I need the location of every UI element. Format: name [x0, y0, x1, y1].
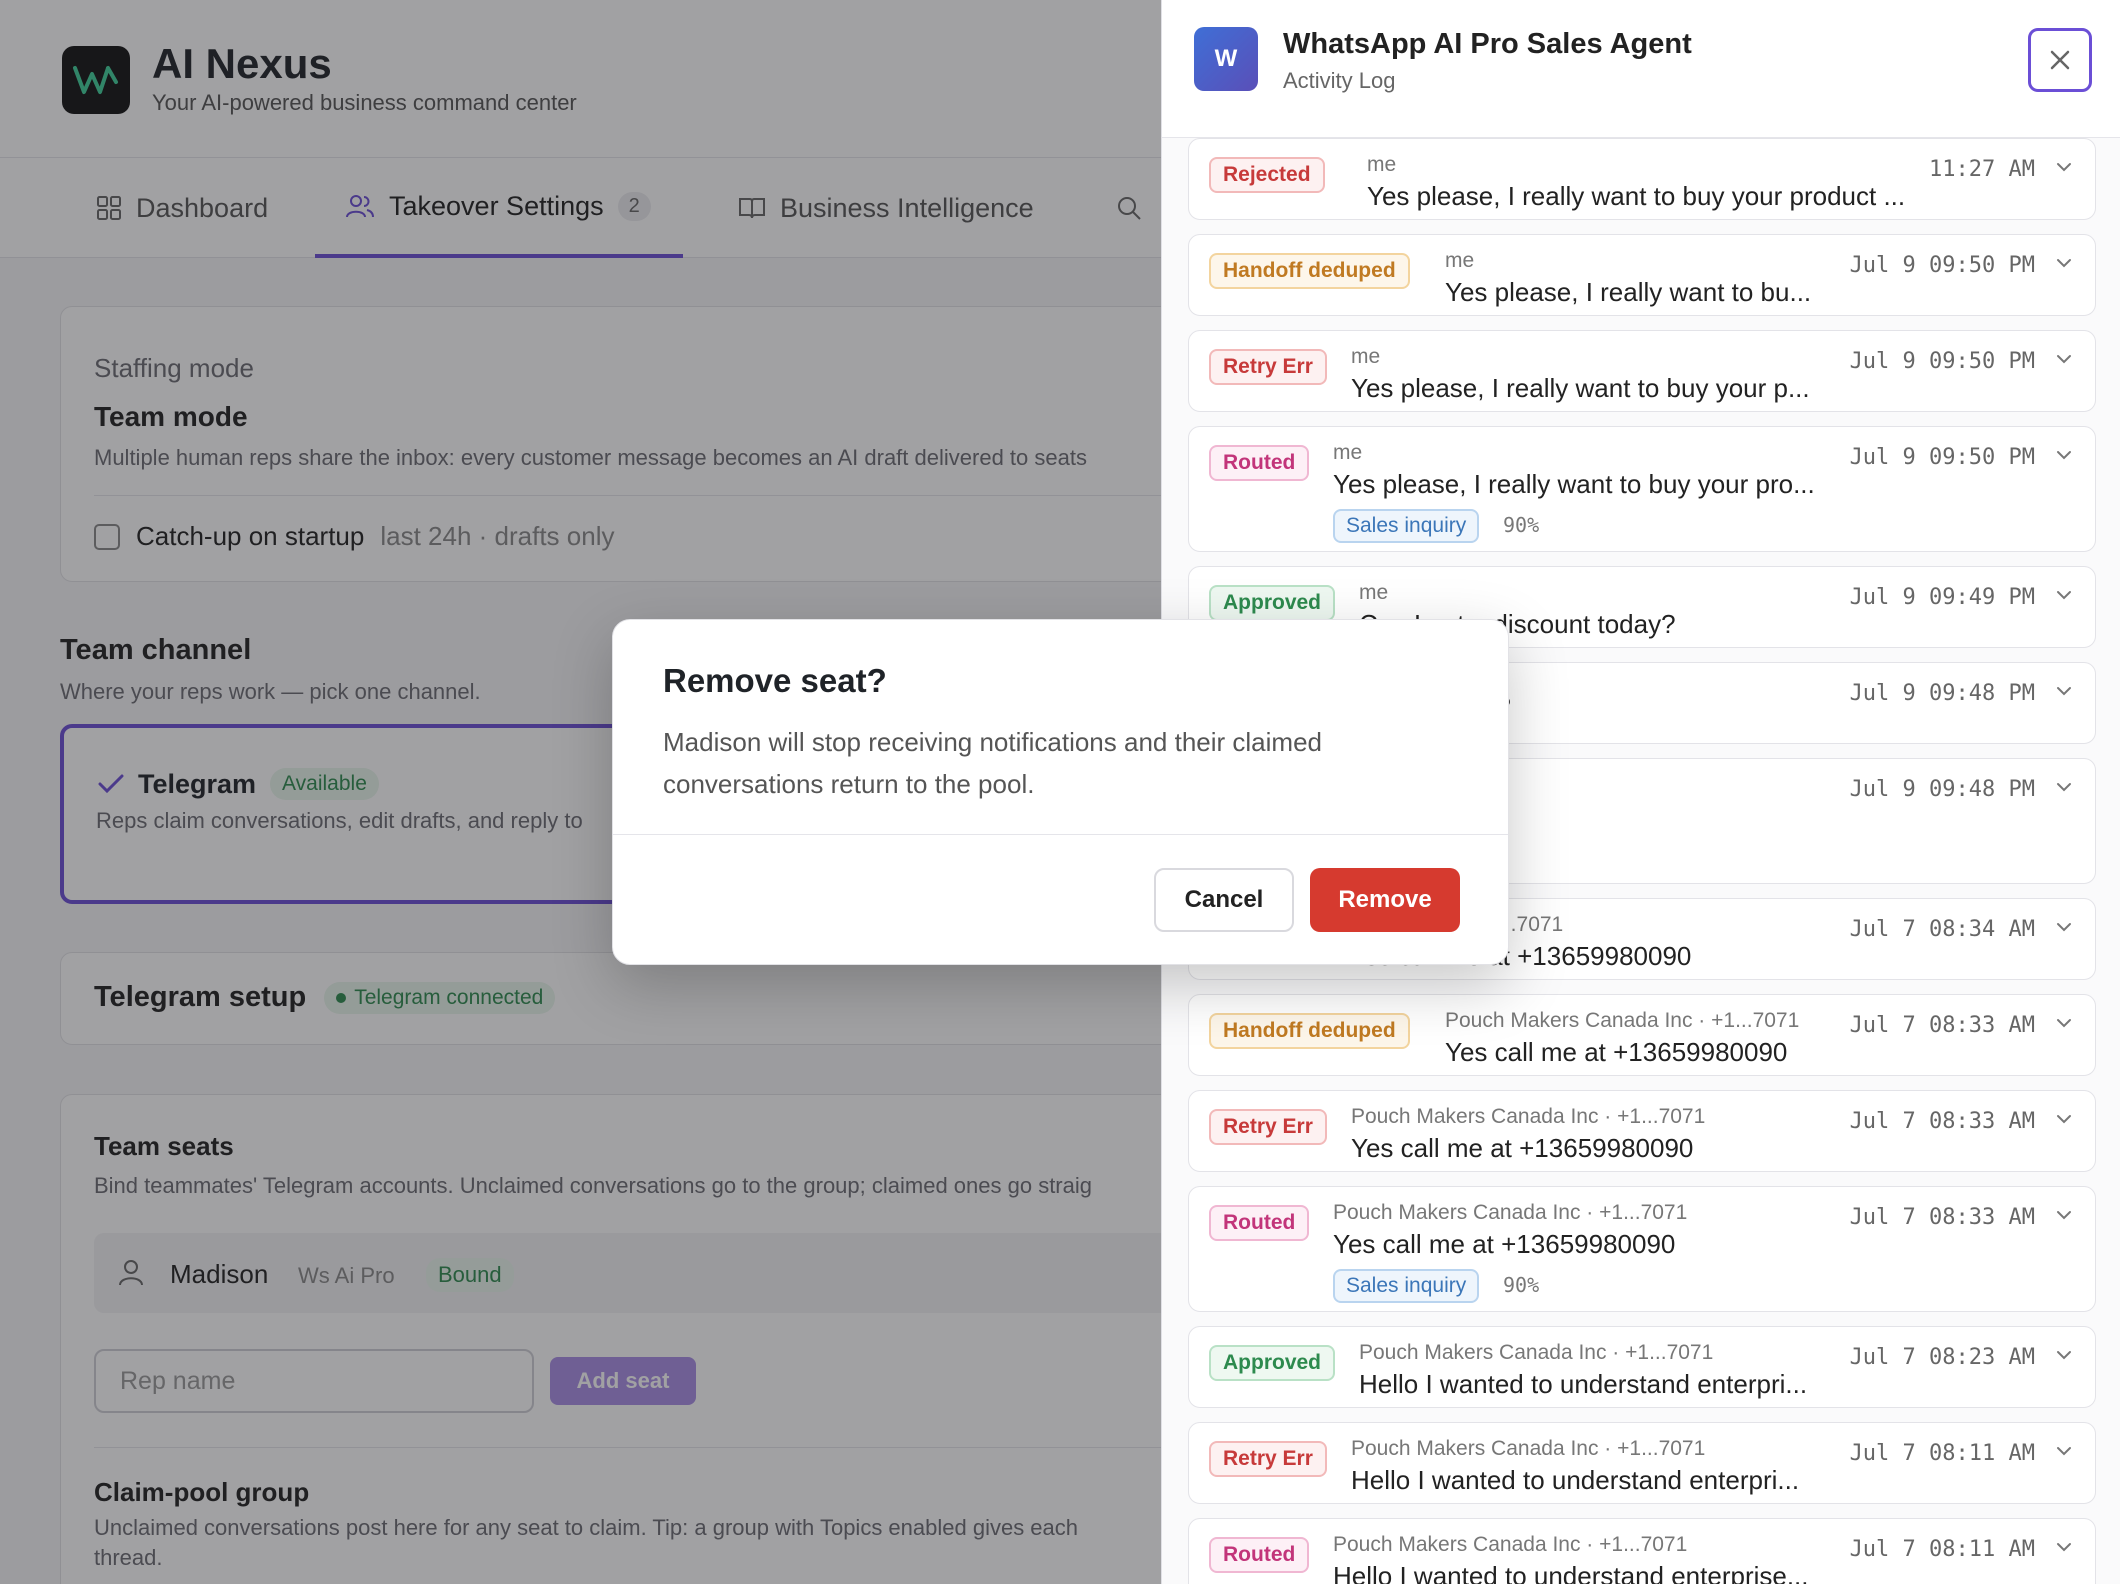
log-time: Jul 9 09:48 PM [1849, 681, 2035, 706]
panel-header: W WhatsApp AI Pro Sales Agent Activity L… [1162, 0, 2120, 138]
log-time: Jul 9 09:50 PM [1849, 445, 2035, 470]
confidence-label: 90% [1503, 1273, 1540, 1297]
dialog-divider [613, 834, 1508, 835]
log-time: Jul 7 08:33 AM [1849, 1109, 2035, 1134]
log-item[interactable]: Routed Pouch Makers Canada Inc · +1...707… [1188, 1186, 2096, 1312]
agent-avatar: W [1194, 27, 1258, 91]
log-item[interactable]: Retry Err Pouch Makers Canada Inc · +1...… [1188, 1422, 2096, 1504]
status-badge: Retry Err [1209, 1109, 1327, 1145]
status-badge: Retry Err [1209, 349, 1327, 385]
log-sender: Pouch Makers Canada Inc · +1...7071 [1351, 1437, 1706, 1460]
status-badge: Handoff deduped [1209, 253, 1410, 289]
panel-title: WhatsApp AI Pro Sales Agent [1283, 28, 1692, 60]
chevron-down-icon[interactable] [2055, 353, 2073, 365]
status-badge: Routed [1209, 1537, 1310, 1573]
chevron-down-icon[interactable] [2055, 1541, 2073, 1553]
chevron-down-icon[interactable] [2055, 1445, 2073, 1457]
status-badge: Approved [1209, 585, 1336, 621]
log-sender: Pouch Makers Canada Inc · +1...7071 [1333, 1533, 1688, 1556]
log-message: Hello I wanted to understand enterpri... [1351, 1465, 1800, 1495]
log-message: Yes call me at +13659980090 [1333, 1229, 1676, 1259]
confidence-label: 90% [1503, 513, 1540, 537]
log-message: Yes please, I really want to bu... [1445, 277, 1812, 307]
status-badge: Rejected [1209, 157, 1325, 193]
log-item[interactable]: Rejected me Yes please, I really want to b… [1188, 138, 2096, 220]
log-message: Yes please, I really want to buy your pr… [1367, 181, 1906, 211]
intent-tag: Sales inquiry [1333, 509, 1480, 543]
log-sender: me [1333, 441, 1363, 464]
remove-seat-dialog: Remove seat? Madison will stop receiving… [612, 619, 1509, 965]
log-time: Jul 7 08:11 AM [1849, 1537, 2035, 1562]
chevron-down-icon[interactable] [2055, 449, 2073, 461]
log-time: Jul 9 09:49 PM [1849, 585, 2035, 610]
chevron-down-icon[interactable] [2055, 1113, 2073, 1125]
log-time: Jul 7 08:33 AM [1849, 1205, 2035, 1230]
log-message: Hello I wanted to understand enterpri... [1359, 1369, 1808, 1399]
log-message: Yes please, I really want to buy your p.… [1351, 373, 1810, 403]
log-sender: Pouch Makers Canada Inc · +1...7071 [1351, 1105, 1706, 1128]
log-sender: Pouch Makers Canada Inc · +1...7071 [1359, 1341, 1714, 1364]
log-time: Jul 7 08:11 AM [1849, 1441, 2035, 1466]
remove-button[interactable]: Remove [1310, 868, 1460, 932]
chevron-down-icon[interactable] [2055, 589, 2073, 601]
status-badge: Handoff deduped [1209, 1013, 1410, 1049]
log-item[interactable]: Handoff deduped me Yes please, I really wa… [1188, 234, 2096, 316]
log-time: Jul 9 09:50 PM [1849, 349, 2035, 374]
status-badge: Approved [1209, 1345, 1336, 1381]
log-sender: Pouch Makers Canada Inc · +1...7071 [1445, 1009, 1800, 1032]
log-item[interactable]: Approved Pouch Makers Canada Inc · +1...7… [1188, 1326, 2096, 1408]
chevron-down-icon[interactable] [2055, 685, 2073, 697]
log-item[interactable]: Handoff deduped Pouch Makers Canada Inc ·… [1188, 994, 2096, 1076]
chevron-down-icon[interactable] [2055, 1017, 2073, 1029]
log-sender: Pouch Makers Canada Inc · +1...7071 [1333, 1201, 1688, 1224]
status-badge: Routed [1209, 1205, 1310, 1241]
chevron-down-icon[interactable] [2055, 781, 2073, 793]
chevron-down-icon[interactable] [2055, 921, 2073, 933]
status-badge: Routed [1209, 445, 1310, 481]
log-time: Jul 9 09:48 PM [1849, 777, 2035, 802]
chevron-down-icon[interactable] [2055, 1349, 2073, 1361]
log-message: Hello I wanted to understand enterprise.… [1333, 1561, 1809, 1584]
log-sender: me [1359, 581, 1389, 604]
log-time: Jul 7 08:23 AM [1849, 1345, 2035, 1370]
cancel-button[interactable]: Cancel [1154, 868, 1294, 932]
log-item[interactable]: Routed Pouch Makers Canada Inc · +1...707… [1188, 1518, 2096, 1584]
close-icon [2050, 50, 2070, 70]
log-sender: me [1351, 345, 1381, 368]
log-item[interactable]: Retry Err Pouch Makers Canada Inc · +1...… [1188, 1090, 2096, 1172]
dialog-body: Madison will stop receiving notification… [663, 727, 1322, 799]
close-panel-button[interactable] [2028, 28, 2092, 92]
panel-subtitle: Activity Log [1283, 68, 1396, 93]
chevron-down-icon[interactable] [2055, 1209, 2073, 1221]
dialog-title: Remove seat? [663, 662, 887, 699]
log-sender: me [1367, 153, 1397, 176]
log-message: Yes call me at +13659980090 [1445, 1037, 1788, 1067]
status-badge: Retry Err [1209, 1441, 1327, 1477]
log-time: Jul 7 08:33 AM [1849, 1013, 2035, 1038]
chevron-down-icon[interactable] [2055, 257, 2073, 269]
log-item[interactable]: Retry Err me Yes please, I really want to … [1188, 330, 2096, 412]
log-time: Jul 7 08:34 AM [1849, 917, 2035, 942]
log-message: Yes please, I really want to buy your pr… [1333, 469, 1815, 499]
log-message: Yes call me at +13659980090 [1351, 1133, 1694, 1163]
intent-tag: Sales inquiry [1333, 1269, 1480, 1303]
log-item[interactable]: Routed me Yes please, I really want to buy… [1188, 426, 2096, 552]
log-time: 11:27 AM [1929, 157, 2035, 182]
log-time: Jul 9 09:50 PM [1849, 253, 2035, 278]
log-sender: me [1445, 249, 1475, 272]
chevron-down-icon[interactable] [2055, 161, 2073, 173]
